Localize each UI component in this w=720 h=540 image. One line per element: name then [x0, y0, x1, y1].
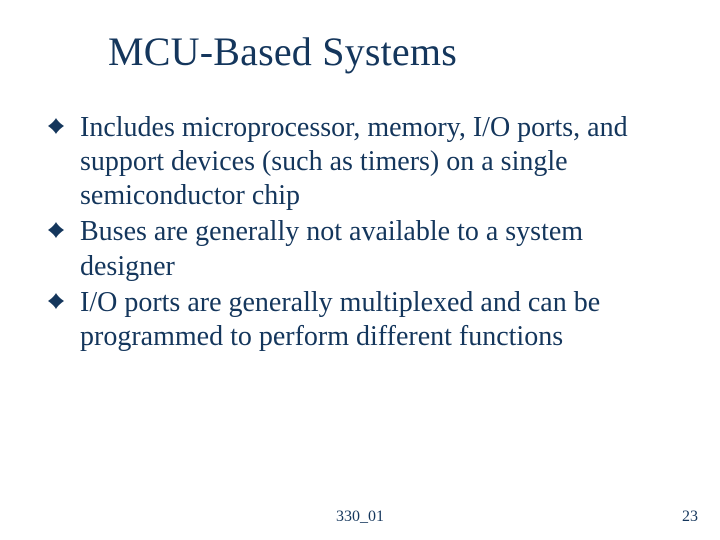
diamond-bullet-icon: [48, 222, 64, 238]
footer-label: 330_01: [0, 508, 720, 526]
diamond-bullet-icon: [48, 118, 64, 134]
list-item: Buses are generally not available to a s…: [48, 215, 672, 283]
slide: MCU-Based Systems Includes microprocesso…: [0, 0, 720, 540]
list-item: I/O ports are generally multiplexed and …: [48, 286, 672, 354]
bullet-text: Buses are generally not available to a s…: [80, 216, 583, 281]
bullet-text: I/O ports are generally multiplexed and …: [80, 287, 600, 352]
page-number: 23: [682, 508, 698, 526]
bullet-text: Includes microprocessor, memory, I/O por…: [80, 112, 628, 211]
slide-title: MCU-Based Systems: [108, 28, 672, 75]
diamond-bullet-icon: [48, 293, 64, 309]
list-item: Includes microprocessor, memory, I/O por…: [48, 111, 672, 213]
bullet-list: Includes microprocessor, memory, I/O por…: [48, 111, 672, 354]
